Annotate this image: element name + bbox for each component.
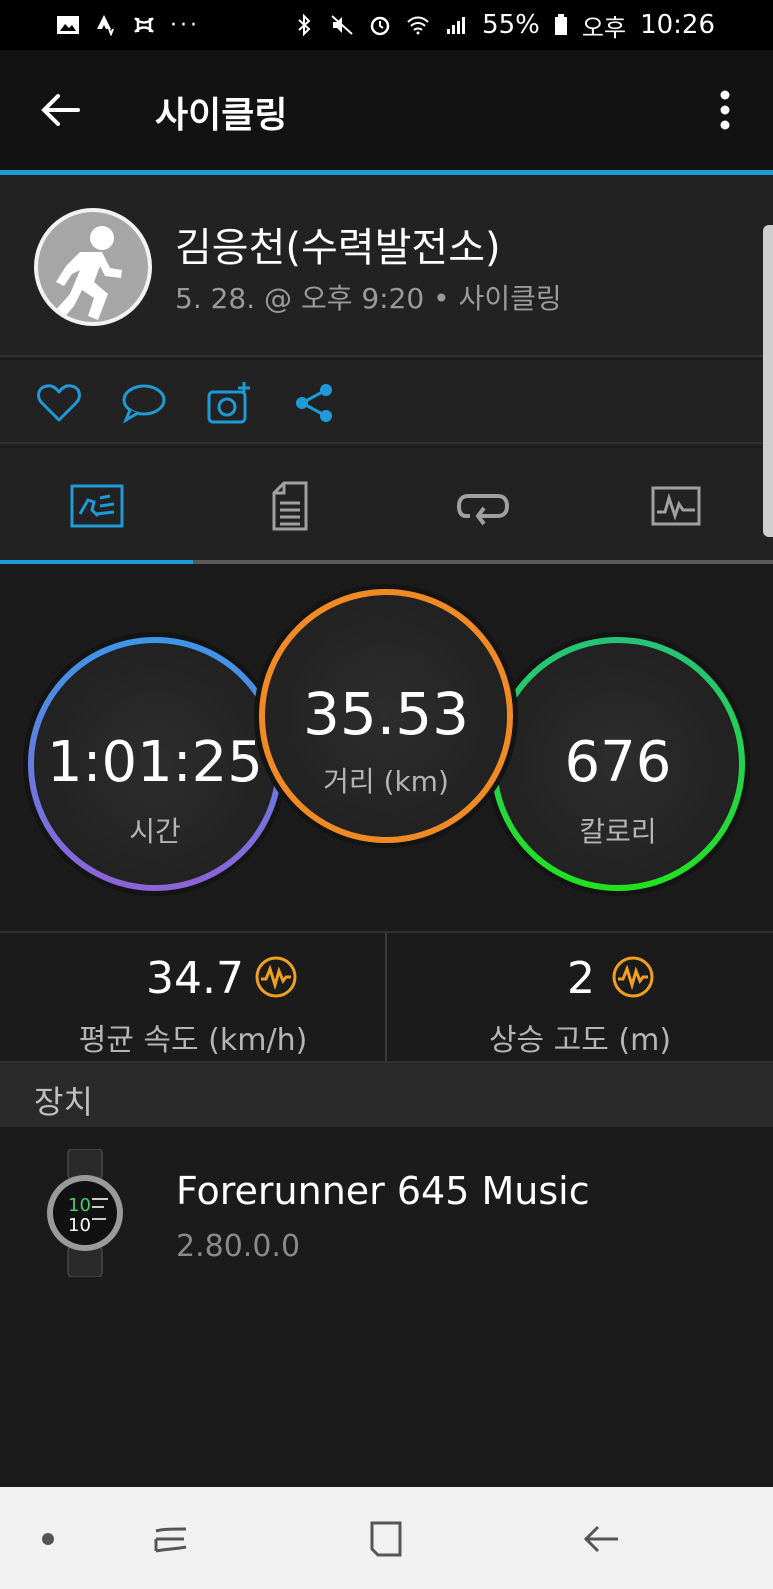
runner-avatar-icon (54, 226, 122, 320)
status-bar: ··· 55% 오후 10:26 (0, 0, 773, 50)
status-time: 10:26 (640, 10, 715, 40)
home-icon[interactable] (364, 1517, 408, 1561)
device-name: Forerunner 645 Music (176, 1169, 590, 1213)
time-value: 1:01:25 (47, 730, 263, 795)
recents-icon[interactable] (148, 1517, 192, 1561)
metrics-row: 34.7 평균 속도 (km/h) 2 상승 고도 (m) (0, 933, 773, 1061)
tab-laps[interactable] (386, 448, 579, 563)
scrollbar[interactable] (763, 225, 773, 537)
svg-text:10: 10 (68, 1195, 91, 1216)
comment-icon[interactable] (120, 380, 166, 426)
nav-back-icon[interactable] (580, 1517, 624, 1561)
more-notifications-icon: ··· (170, 12, 200, 38)
device-version: 2.80.0.0 (176, 1229, 301, 1264)
activity-pulse-icon (612, 956, 654, 998)
tab-summary[interactable] (0, 448, 193, 563)
image-icon (57, 16, 79, 34)
tab-charts[interactable] (579, 448, 772, 563)
dot-icon[interactable] (26, 1517, 70, 1561)
avg-speed-label: 평균 속도 (km/h) (78, 1023, 308, 1058)
laps-icon (456, 493, 509, 525)
battery-icon (554, 14, 567, 35)
back-arrow-icon[interactable] (38, 90, 82, 130)
distance-label: 거리 (km) (323, 765, 449, 798)
stat-rings: 1:01:25 시간 676 칼로리 35.53 거리 (km) (0, 564, 773, 934)
tab-details[interactable] (193, 448, 386, 563)
under-armour-icon (134, 17, 154, 33)
status-ampm: 오후 (581, 13, 627, 42)
avg-speed-value: 34.7 (146, 953, 244, 1004)
calories-value: 676 (564, 730, 672, 795)
activity-meta: 5. 28. @ 오후 9:20 • 사이클링 (175, 282, 562, 315)
user-name[interactable]: 김응천(수력발전소) (175, 215, 501, 273)
signal-icon (447, 17, 466, 34)
divider (0, 355, 773, 357)
device-row[interactable]: 10 10 Forerunner 645 Music 2.80.0.0 (0, 1127, 773, 1487)
divider (0, 442, 773, 444)
svg-text:10: 10 (68, 1215, 91, 1236)
distance-value: 35.53 (302, 680, 470, 748)
summary-icon (70, 484, 123, 527)
elevation-gain-label: 상승 고도 (m) (488, 1023, 672, 1058)
elevation-gain-value: 2 (567, 953, 595, 1004)
bluetooth-icon (298, 14, 311, 36)
tab-bar (0, 448, 773, 563)
app-bar: 사이클링 (0, 50, 773, 170)
calories-ring: 676 칼로리 (494, 640, 742, 888)
strava-icon (97, 15, 114, 36)
page-title: 사이클링 (155, 95, 288, 136)
status-right-icons: 55% 오후 10:26 (292, 8, 715, 43)
avatar[interactable] (34, 208, 152, 326)
share-icon[interactable] (292, 380, 338, 426)
add-photo-icon[interactable] (206, 380, 252, 426)
elevation-gain-metric[interactable]: 2 상승 고도 (m) (387, 933, 773, 1061)
system-nav-bar (0, 1487, 773, 1589)
time-label: 시간 (129, 815, 181, 848)
watch-image: 10 10 (47, 1149, 123, 1277)
action-bar (0, 360, 773, 446)
section-title: 장치 (34, 1083, 93, 1121)
mute-icon (331, 15, 353, 35)
more-vert-icon[interactable] (719, 90, 731, 130)
activity-pulse-icon (255, 956, 297, 998)
distance-ring: 35.53 거리 (km) (262, 592, 510, 840)
charts-icon (651, 486, 700, 525)
alarm-icon (370, 16, 390, 36)
heart-icon[interactable] (36, 380, 82, 426)
battery-percent: 55% (482, 10, 540, 40)
activity-header: 김응천(수력발전소) 5. 28. @ 오후 9:20 • 사이클링 (0, 175, 773, 358)
time-ring: 1:01:25 시간 (31, 640, 279, 888)
calories-label: 칼로리 (579, 815, 657, 848)
avg-speed-metric[interactable]: 34.7 평균 속도 (km/h) (0, 933, 386, 1061)
status-left-icons: ··· (56, 13, 200, 38)
details-icon (272, 481, 307, 530)
device-section-header: 장치 (0, 1063, 773, 1127)
wifi-icon (407, 16, 429, 35)
